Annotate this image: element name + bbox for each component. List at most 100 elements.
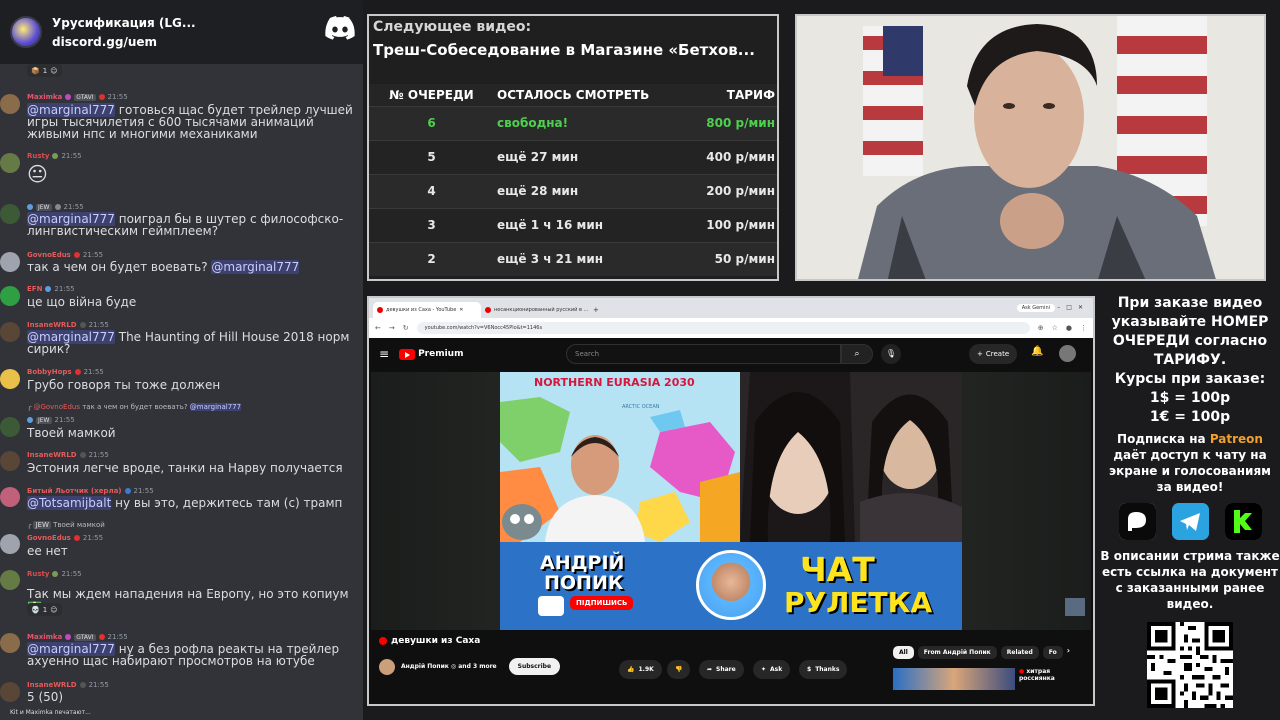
chip-all[interactable]: All: [893, 646, 914, 659]
chevron-right-icon[interactable]: ›: [1067, 646, 1070, 659]
close-tab-icon[interactable]: ✕: [459, 307, 463, 313]
recommended-thumbnail[interactable]: [893, 668, 1015, 690]
author-name[interactable]: GovnoEdus: [27, 251, 71, 259]
message-text[interactable]: @marginal777 ну а без рофла реакты на тр…: [27, 642, 361, 667]
mention[interactable]: @Totsamijbalt: [27, 496, 112, 510]
share-button[interactable]: ➦ Share: [699, 660, 744, 679]
subscribe-button[interactable]: Subscribe: [508, 658, 561, 675]
url-field[interactable]: youtube.com/watch?v=V6Nocc45Plo&t=1146s: [416, 322, 1030, 334]
create-button[interactable]: + Create: [969, 344, 1018, 364]
avatar[interactable]: [0, 682, 20, 702]
avatar[interactable]: [0, 322, 20, 342]
kick-icon[interactable]: [1224, 503, 1262, 540]
profile-icon[interactable]: ●: [1066, 324, 1072, 332]
like-button[interactable]: 👍 1.9K: [619, 660, 662, 679]
thanks-button[interactable]: $ Thanks: [799, 660, 848, 679]
bookmark-icon[interactable]: ☆: [1052, 324, 1058, 332]
reload-icon[interactable]: ↻: [403, 324, 409, 332]
recommended-title[interactable]: хитрая россиянка: [1019, 668, 1055, 682]
patreon-icon[interactable]: [1118, 503, 1156, 540]
message-text[interactable]: @Totsamijbalt ну вы это, держитесь там (…: [27, 496, 361, 510]
microphone-icon[interactable]: 🎙: [881, 344, 901, 364]
author-name[interactable]: Битый Льотчик (херла): [27, 487, 122, 495]
hamburger-menu-icon[interactable]: ≡: [379, 347, 389, 361]
miniplayer-thumb[interactable]: [1065, 598, 1085, 616]
dislike-button[interactable]: 👎: [667, 660, 691, 679]
message-emoji[interactable]: 😐: [27, 162, 361, 186]
youtube-masthead: ≡ Premium Search ⌕ 🎙 + Create 🔔: [369, 338, 1093, 370]
forward-icon[interactable]: →: [389, 324, 395, 332]
message-text[interactable]: ее нет: [27, 545, 361, 557]
author-name[interactable]: InsaneWRLD: [27, 321, 77, 329]
avatar[interactable]: [0, 570, 20, 590]
youtube-logo[interactable]: Premium: [399, 348, 463, 360]
search-input[interactable]: Search: [566, 344, 841, 364]
timestamp: 21:55: [88, 451, 109, 459]
search-icon[interactable]: ⌕: [841, 344, 873, 364]
avatar[interactable]: [0, 286, 20, 306]
avatar[interactable]: [0, 252, 20, 272]
extensions-icon[interactable]: ⊕: [1038, 324, 1044, 332]
message-text[interactable]: @marginal777 поиграл бы в шутер с филосо…: [27, 212, 361, 237]
message-text[interactable]: це що війна буде: [27, 296, 361, 308]
new-tab-icon[interactable]: +: [593, 306, 599, 314]
avatar[interactable]: [0, 417, 20, 437]
rate-usd: 1$ = 100р: [1149, 390, 1231, 406]
author-name[interactable]: Rusty: [27, 152, 49, 160]
roulette-label: РУЛЕТКА: [784, 586, 933, 619]
author-name[interactable]: InsaneWRLD: [27, 681, 77, 689]
avatar[interactable]: [0, 153, 20, 173]
ask-gemini-button[interactable]: Ask Gemini: [1016, 304, 1055, 312]
avatar[interactable]: [0, 534, 20, 554]
account-avatar[interactable]: [1059, 345, 1076, 362]
channel-name[interactable]: Андрій Попик ◎ and 3 more: [401, 663, 497, 670]
window-controls[interactable]: –□✕: [1057, 304, 1089, 311]
telegram-icon[interactable]: [1171, 503, 1209, 540]
chip-more[interactable]: Fo: [1042, 646, 1063, 659]
avatar[interactable]: [0, 633, 20, 653]
browser-tab[interactable]: несанкционированный русский в ... ✕: [481, 302, 589, 318]
message-text[interactable]: так а чем он будет воевать? @marginal777: [27, 260, 361, 274]
message-text[interactable]: Эстония легче вроде, танки на Нарву полу…: [27, 462, 361, 474]
server-icon[interactable]: [10, 16, 42, 48]
message-text[interactable]: Грубо говоря ты тоже должен: [27, 379, 361, 391]
menu-dots-icon[interactable]: ⋮: [1080, 324, 1087, 332]
message-text[interactable]: Твоей мамкой: [27, 427, 361, 439]
ask-button[interactable]: ✦ Ask: [753, 660, 791, 679]
reaction-chip[interactable]: 💀 1 ☺: [27, 603, 62, 616]
reaction-chip[interactable]: 📦 1 ☺: [27, 64, 62, 77]
author-name[interactable]: EFN: [27, 285, 42, 293]
reply-preview[interactable]: ╭ @GovnoEdus так а чем он будет воевать?…: [27, 403, 242, 411]
rate-eur: 1€ = 100р: [1149, 409, 1231, 425]
timestamp: 21:55: [82, 251, 104, 259]
chip-related[interactable]: Related: [1000, 646, 1039, 659]
back-icon[interactable]: ←: [375, 324, 381, 332]
recommended-video[interactable]: ● хитрая россиянка: [893, 668, 1079, 690]
notifications-bell-icon[interactable]: 🔔: [1031, 346, 1043, 357]
browser-tab-active[interactable]: девушки из Саха - YouTube ✕: [373, 302, 481, 318]
author-name[interactable]: GovnoEdus: [27, 534, 71, 542]
mention[interactable]: @marginal777: [211, 260, 300, 274]
avatar[interactable]: [0, 451, 20, 471]
avatar[interactable]: [0, 487, 20, 507]
message-text[interactable]: Так мы ждем нападения на Европу, но это …: [27, 588, 361, 612]
message-text[interactable]: @marginal777 The Haunting of Hill House …: [27, 330, 361, 355]
avatar[interactable]: [0, 94, 20, 114]
author-name[interactable]: Rusty: [27, 570, 49, 578]
video-player[interactable]: NORTHERN EURASIA 2030 ARCTIC OCEAN АНДРІ…: [371, 372, 1091, 630]
avatar[interactable]: [0, 204, 20, 224]
server-invite-link[interactable]: discord.gg/uem: [52, 35, 196, 49]
qr-code[interactable]: [1147, 622, 1233, 708]
author-name[interactable]: BobbyHops: [27, 368, 72, 376]
author-name[interactable]: InsaneWRLD: [27, 451, 77, 459]
patreon-link[interactable]: Patreon: [1210, 432, 1263, 446]
avatar[interactable]: [0, 369, 20, 389]
reply-preview[interactable]: ╭ JEW Твоей мамкой: [27, 521, 105, 529]
author-name[interactable]: Maximka: [27, 93, 62, 101]
channel-avatar[interactable]: [379, 658, 395, 675]
author-name[interactable]: Maximka: [27, 633, 62, 641]
youtube-favicon-icon: [485, 307, 491, 313]
chip-from-channel[interactable]: From Андрій Попик: [917, 646, 997, 659]
message-text[interactable]: 5 (50): [27, 691, 361, 703]
message-text[interactable]: @marginal777 готовься щас будет трейлер …: [27, 103, 361, 140]
